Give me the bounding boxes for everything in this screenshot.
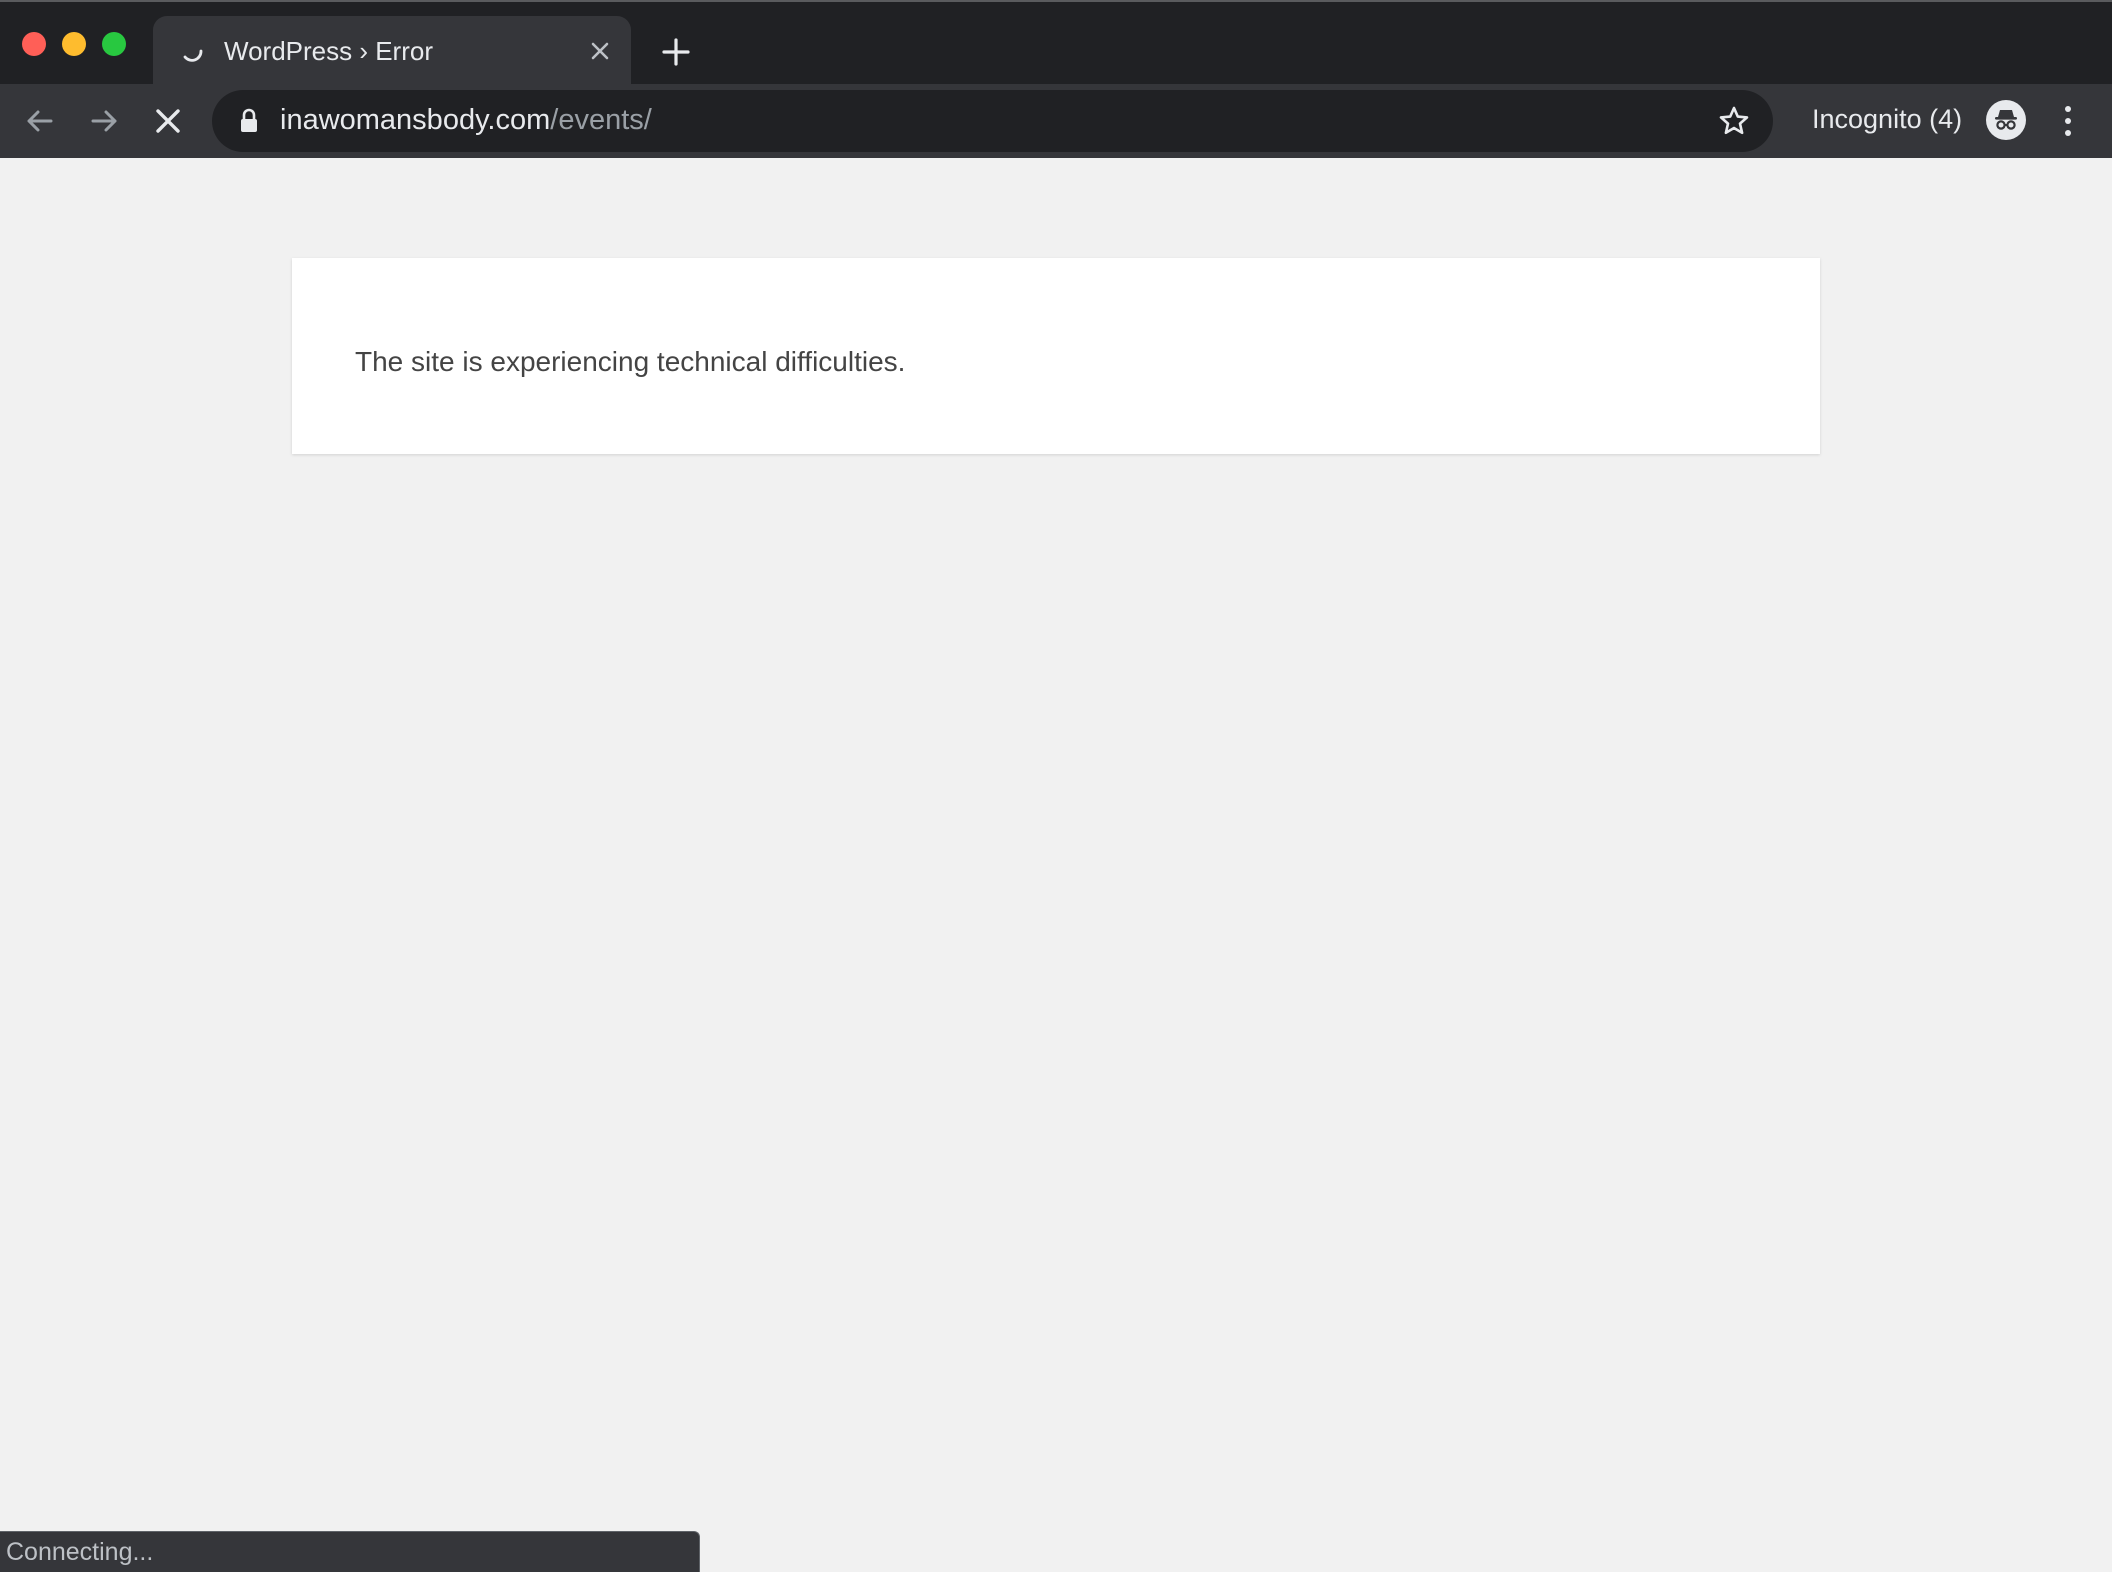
forward-arrow-icon[interactable] [87,104,121,138]
tab-strip: WordPress › Error [0,0,2112,86]
lock-icon[interactable] [238,108,260,134]
new-tab-icon[interactable] [660,36,692,68]
status-text: Connecting... [6,1538,154,1566]
window-minimize-button[interactable] [62,32,86,56]
stop-loading-icon[interactable] [151,104,185,138]
address-bar[interactable]: inawomansbody.com/events/ [212,90,1773,152]
window-maximize-button[interactable] [102,32,126,56]
browser-window: WordPress › Error inawomansbody.com/even… [0,0,2112,1572]
error-message-box: The site is experiencing technical diffi… [292,258,1820,454]
incognito-label[interactable]: Incognito (4) [1812,104,1962,135]
tab-title: WordPress › Error [224,36,433,66]
page-content: The site is experiencing technical diffi… [0,158,2112,1572]
toolbar: inawomansbody.com/events/ Incognito (4) [0,84,2112,158]
url-host: inawomansbody.com [280,104,551,136]
window-close-button[interactable] [22,32,46,56]
kebab-menu-icon[interactable] [2056,102,2080,140]
url-text[interactable]: inawomansbody.com/events/ [280,104,652,137]
status-bubble: Connecting... [0,1531,700,1572]
back-arrow-icon[interactable] [23,104,57,138]
tab-active[interactable]: WordPress › Error [153,16,631,86]
star-icon[interactable] [1717,104,1751,138]
spinner-icon [183,49,203,62]
error-message: The site is experiencing technical diffi… [355,346,906,377]
incognito-icon[interactable] [1986,100,2026,140]
close-icon[interactable] [587,38,613,64]
url-path: /events/ [550,104,652,136]
incognito-glyph-icon [1995,110,2017,130]
